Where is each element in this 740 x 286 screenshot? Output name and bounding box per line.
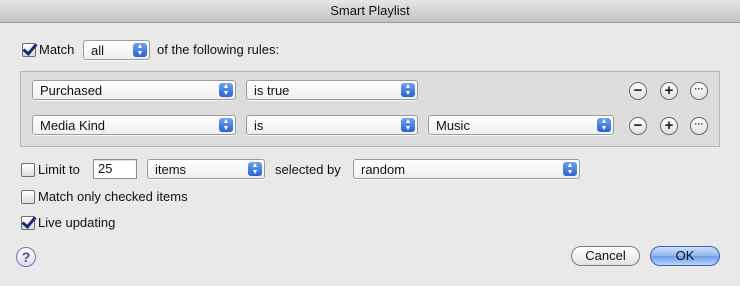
limit-checkbox[interactable] bbox=[21, 163, 35, 177]
add-rule-button[interactable]: + bbox=[660, 117, 678, 135]
rule-1-operator-value: is true bbox=[254, 83, 290, 98]
window-title: Smart Playlist bbox=[0, 0, 740, 23]
rule-2-field-value: Media Kind bbox=[40, 118, 106, 133]
popup-arrows-icon: ▲ ▼ bbox=[597, 118, 611, 132]
rule-2-operator-value: is bbox=[254, 118, 264, 133]
match-checked-checkbox[interactable] bbox=[21, 190, 35, 204]
rule-2-value-select[interactable]: Music ▲ ▼ bbox=[428, 115, 614, 135]
popup-arrows-icon: ▲ ▼ bbox=[401, 83, 415, 97]
match-checkbox[interactable] bbox=[22, 43, 36, 57]
rule-1-more-button[interactable]: ··· bbox=[690, 82, 708, 100]
selected-by-select[interactable]: random ▲ ▼ bbox=[353, 159, 580, 179]
rule-1-operator-select[interactable]: is true ▲ ▼ bbox=[246, 80, 418, 100]
rule-1-field-value: Purchased bbox=[40, 83, 103, 98]
popup-arrows-icon: ▲ ▼ bbox=[401, 118, 415, 132]
remove-rule-2-button[interactable]: − bbox=[629, 117, 647, 135]
limit-count-input[interactable]: 25 bbox=[93, 159, 137, 179]
popup-arrows-icon: ▲ ▼ bbox=[563, 162, 577, 176]
selected-by-label: selected by bbox=[275, 162, 341, 177]
selected-by-value: random bbox=[361, 162, 406, 177]
cancel-button[interactable]: Cancel bbox=[571, 246, 640, 266]
popup-arrows-icon: ▲ ▼ bbox=[248, 162, 262, 176]
match-label: Match bbox=[39, 42, 75, 57]
popup-arrows-icon: ▲ ▼ bbox=[133, 43, 147, 57]
limit-label: Limit to bbox=[38, 162, 80, 177]
remove-rule-1-button[interactable]: − bbox=[629, 82, 647, 100]
ok-button[interactable]: OK bbox=[650, 246, 720, 266]
add-rule-button[interactable]: + bbox=[660, 82, 678, 100]
limit-unit-value: items bbox=[155, 162, 187, 177]
match-checked-label: Match only checked items bbox=[38, 189, 188, 204]
popup-arrows-icon: ▲ ▼ bbox=[219, 118, 233, 132]
rule-1-field-select[interactable]: Purchased ▲ ▼ bbox=[32, 80, 236, 100]
rule-2-more-button[interactable]: ··· bbox=[690, 117, 708, 135]
live-updating-label: Live updating bbox=[38, 215, 116, 230]
help-button[interactable]: ? bbox=[16, 247, 36, 267]
match-mode-select[interactable]: all ▲ ▼ bbox=[83, 40, 150, 60]
live-updating-checkbox[interactable] bbox=[21, 216, 35, 230]
rule-2-value-value: Music bbox=[436, 118, 470, 133]
smart-playlist-dialog: Smart Playlist Match all ▲ ▼ of the follo… bbox=[0, 0, 740, 286]
rule-2-field-select[interactable]: Media Kind ▲ ▼ bbox=[32, 115, 236, 135]
match-mode-value: all bbox=[91, 43, 105, 58]
popup-arrows-icon: ▲ ▼ bbox=[219, 83, 233, 97]
limit-unit-select[interactable]: items ▲ ▼ bbox=[147, 159, 265, 179]
match-suffix-label: of the following rules: bbox=[157, 42, 280, 57]
rule-2-operator-select[interactable]: is ▲ ▼ bbox=[246, 115, 418, 135]
